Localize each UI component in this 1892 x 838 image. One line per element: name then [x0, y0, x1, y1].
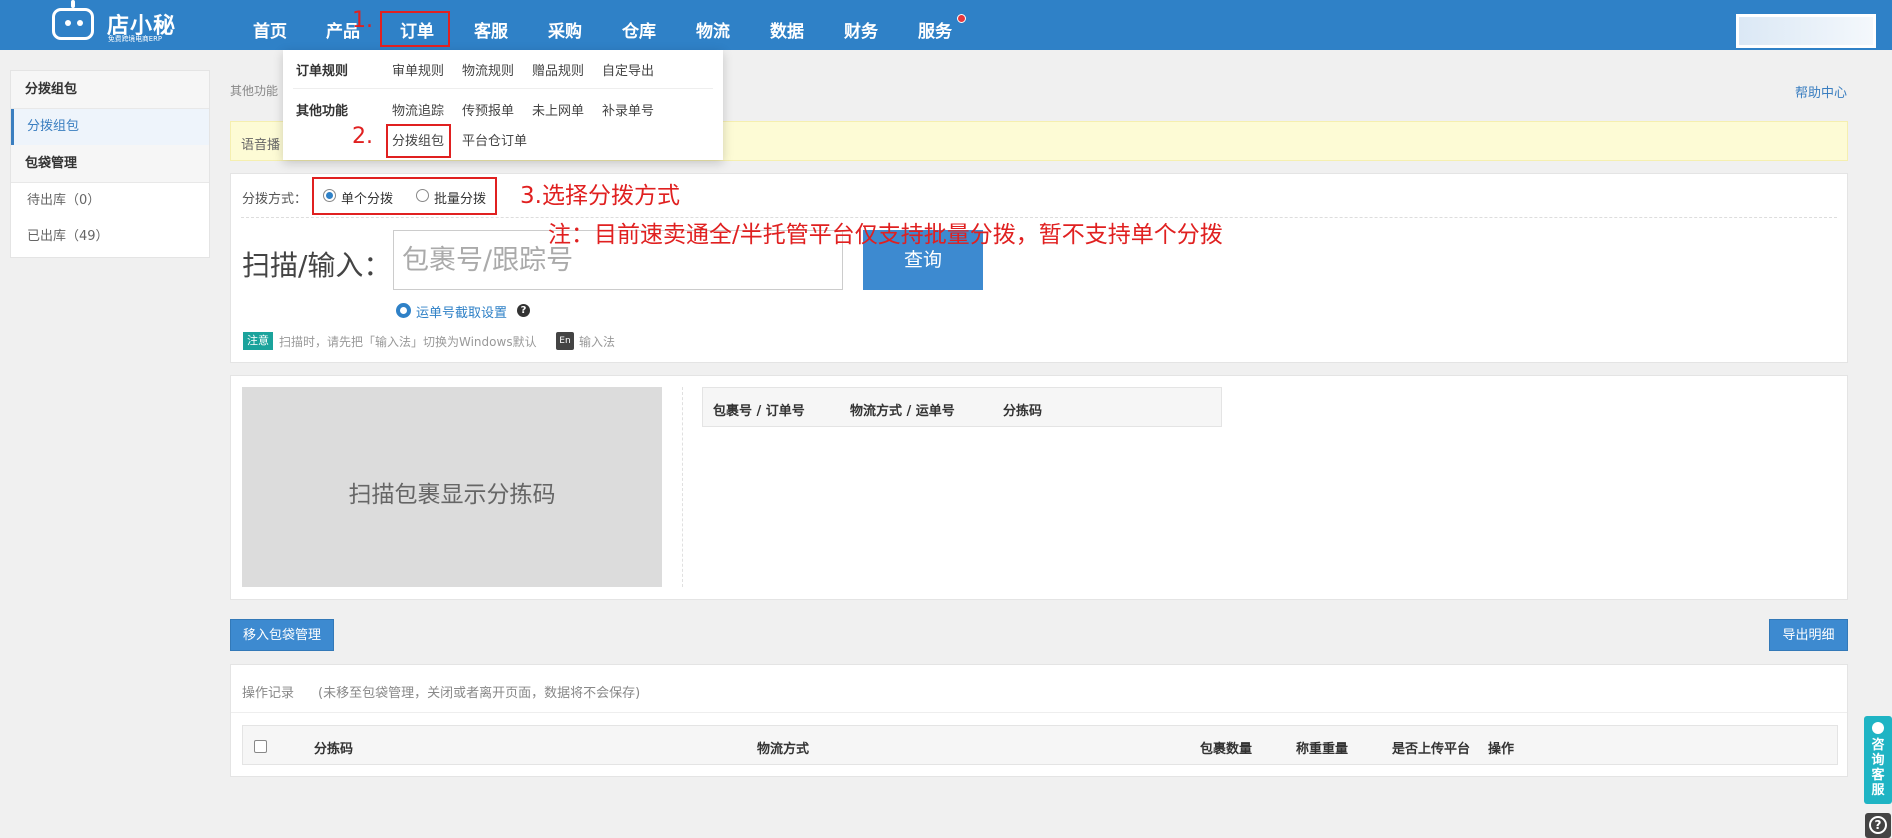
headset-icon [1872, 722, 1884, 734]
sort-code-display-text: 扫描包裹显示分拣码 [348, 482, 556, 508]
result-panel: 扫描包裹显示分拣码 包裹号 / 订单号 物流方式 / 运单号 分拣码 [230, 375, 1848, 600]
menu-item-gift-rules[interactable]: 赠品规则 [532, 60, 584, 79]
gear-icon[interactable] [396, 303, 411, 318]
breadcrumb: 其他功能 [230, 84, 279, 98]
annotation-note: 注：目前速卖通全/半托管平台仅支持批量分拨，暂不支持单个分拨 [548, 222, 1223, 248]
col-uploaded: 是否上传平台 [1392, 742, 1471, 757]
nav-item-data[interactable]: 数据 [770, 17, 804, 42]
menu-item-supplement-number[interactable]: 补录单号 [602, 100, 654, 119]
en-ime-icon: En [556, 332, 574, 350]
sidebar-group-distribution: 分拨组包 [11, 71, 209, 109]
nav-item-customer-service[interactable]: 客服 [474, 17, 508, 42]
col-logistics-waybill: 物流方式 / 运单号 [850, 404, 955, 419]
nav-item-warehouse[interactable]: 仓库 [622, 17, 656, 42]
menu-item-logistics-rules[interactable]: 物流规则 [462, 60, 514, 79]
col-package-count: 包裹数量 [1200, 742, 1253, 757]
logo-subtitle: 免费跨境电商ERP [108, 34, 162, 43]
operation-log-label: 操作记录 [242, 686, 295, 701]
robot-icon [52, 0, 94, 40]
col-weight: 称重重量 [1296, 742, 1349, 757]
menu-item-upload-forecast[interactable]: 传预报单 [462, 100, 514, 119]
sidebar-item-distribution-pack[interactable]: 分拨组包 [11, 109, 209, 145]
dropdown-group-order-rules: 订单规则 [296, 64, 349, 79]
export-details-button[interactable]: 导出明细 [1769, 619, 1848, 651]
notice-tag: 注意 [243, 332, 273, 350]
question-icon[interactable]: ? [517, 304, 530, 317]
nav-item-logistics[interactable]: 物流 [696, 17, 730, 42]
menu-item-logistics-tracking[interactable]: 物流追踪 [392, 100, 444, 119]
highlight-distribution-pack [386, 124, 451, 158]
notification-dot [957, 14, 966, 23]
log-table-header: 分拣码 物流方式 包裹数量 称重重量 是否上传平台 操作 [242, 725, 1838, 765]
input-method-tip-suffix: 输入法 [579, 335, 616, 349]
input-method-tip: 扫描时，请先把「输入法」切换为Windows默认 [279, 335, 537, 349]
nav-item-finance[interactable]: 财务 [844, 17, 878, 42]
col-logistics-method: 物流方式 [757, 742, 810, 757]
col-sort-code: 分拣码 [314, 742, 354, 757]
question-circle-icon: ? [1869, 816, 1887, 834]
sidebar: 分拨组包 分拨组包 包袋管理 待出库（0） 已出库（49） [10, 70, 210, 258]
sidebar-item-pending-outbound[interactable]: 待出库（0） [11, 183, 209, 219]
annotation-step-2: 2. [352, 124, 373, 149]
tracking-cut-settings-link[interactable]: 运单号截取设置 [416, 302, 507, 321]
notice-text: 语音播 [241, 138, 281, 153]
col-sort-code: 分拣码 [1003, 404, 1043, 419]
help-center-link[interactable]: 帮助中心 [1795, 82, 1847, 101]
consult-service-widget[interactable]: 咨询客服 [1864, 716, 1892, 804]
dropdown-group-other-functions: 其他功能 [296, 104, 349, 119]
sidebar-group-bag-management: 包袋管理 [11, 145, 209, 183]
help-float-button[interactable]: ? [1865, 813, 1891, 838]
top-nav-bar: 店小秘 免费跨境电商ERP 首页 产品 订单 客服 采购 仓库 物流 数据 财务… [0, 0, 1892, 50]
orders-dropdown-menu: 订单规则 审单规则 物流规则 赠品规则 自定导出 其他功能 物流追踪 传预报单 … [283, 50, 723, 160]
distribution-method-label: 分拨方式： [242, 192, 308, 207]
menu-item-review-rules[interactable]: 审单规则 [392, 60, 444, 79]
scan-input-label: 扫描/输入： [242, 249, 392, 282]
result-table-header: 包裹号 / 订单号 物流方式 / 运单号 分拣码 [702, 387, 1222, 427]
operation-log-note: (未移至包袋管理，关闭或者离开页面，数据将不会保存) [318, 686, 641, 701]
sidebar-item-shipped[interactable]: 已出库（49） [11, 219, 209, 255]
nav-item-home[interactable]: 首页 [253, 17, 287, 42]
divider [293, 88, 713, 89]
divider [682, 387, 683, 587]
highlight-orders-tab [380, 11, 450, 47]
annotation-step-3: 3.选择分拨方式 [520, 183, 680, 209]
menu-item-platform-warehouse-orders[interactable]: 平台仓订单 [462, 130, 527, 149]
highlight-distribution-method [312, 177, 497, 215]
col-actions: 操作 [1488, 742, 1515, 757]
operation-log-panel: 操作记录 (未移至包袋管理，关闭或者离开页面，数据将不会保存) 分拣码 物流方式… [230, 664, 1848, 777]
menu-item-not-online-orders[interactable]: 未上网单 [532, 100, 584, 119]
divider [231, 712, 1847, 713]
logo[interactable]: 店小秘 免费跨境电商ERP [52, 0, 182, 46]
select-all-checkbox[interactable] [254, 740, 267, 753]
menu-item-custom-export[interactable]: 自定导出 [602, 60, 654, 79]
nav-item-services[interactable]: 服务 [918, 17, 952, 42]
user-account-box[interactable] [1736, 14, 1876, 48]
consult-service-label: 咨询客服 [1871, 738, 1885, 798]
col-package-order: 包裹号 / 订单号 [713, 404, 805, 419]
sort-code-display: 扫描包裹显示分拣码 [242, 387, 662, 587]
move-to-bag-management-button[interactable]: 移入包袋管理 [230, 619, 334, 651]
annotation-step-1: 1. [352, 8, 373, 33]
nav-item-purchase[interactable]: 采购 [548, 17, 582, 42]
